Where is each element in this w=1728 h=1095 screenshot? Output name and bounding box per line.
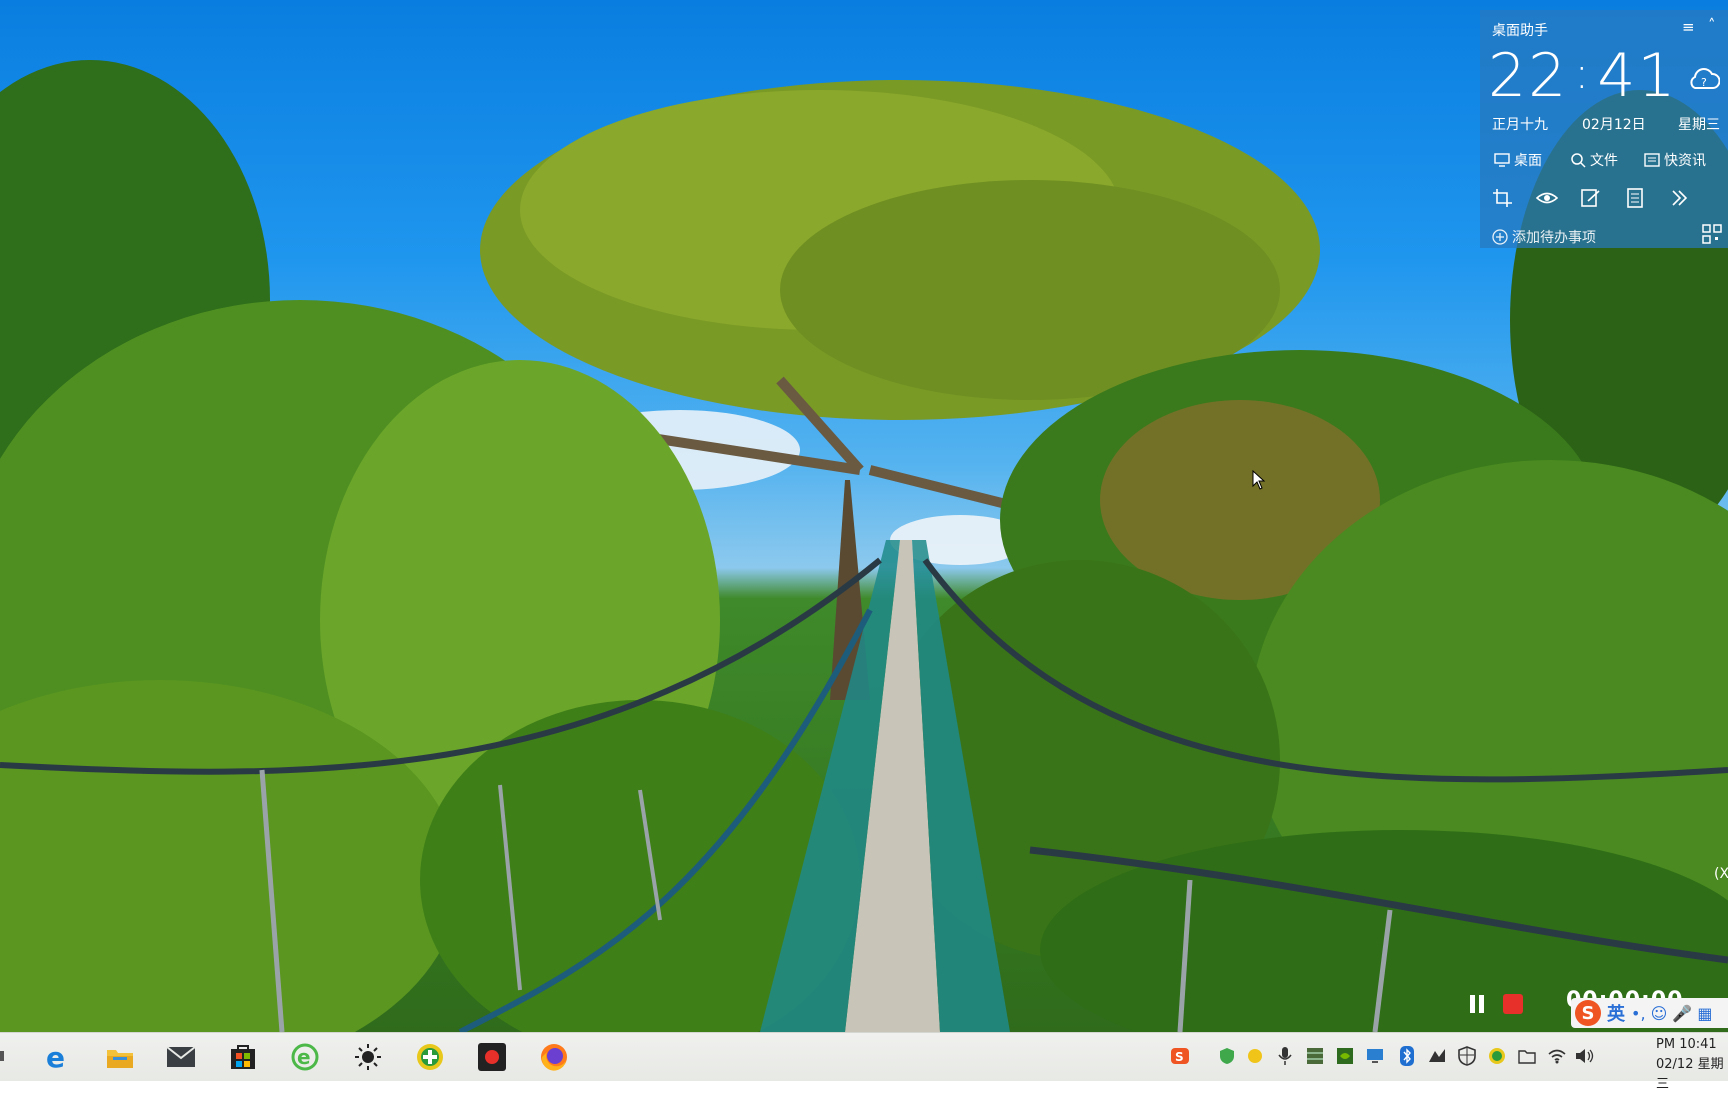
mouse-cursor-icon	[1252, 470, 1266, 490]
desktop-wallpaper	[0, 0, 1728, 1032]
taskbar-clock[interactable]: PM 10:41 02/12 星期三	[1656, 1035, 1728, 1095]
quick-link-label: 桌面	[1514, 153, 1542, 169]
start-edge[interactable]	[0, 1051, 4, 1061]
game-tray-icon[interactable]	[1487, 1045, 1507, 1067]
monitor-icon	[1494, 153, 1510, 167]
lunar-date: 正月十九	[1492, 117, 1548, 133]
volume-icon[interactable]	[1575, 1045, 1595, 1067]
firefox-icon[interactable]	[537, 1040, 571, 1074]
calculator-icon[interactable]	[1624, 188, 1646, 208]
add-todo-label: 添加待办事项	[1512, 230, 1596, 246]
widget-toolbar	[1492, 188, 1728, 208]
ime-language-toggle[interactable]: 英	[1607, 1000, 1625, 1026]
taskbar: e e S PM 10:41 02/12 星期三	[0, 1032, 1728, 1092]
plus-circle-icon	[1492, 229, 1508, 245]
solar-date: 02月12日	[1582, 117, 1646, 133]
cloud-question-icon[interactable]: ?	[1686, 62, 1720, 96]
side-fragment-text: (X	[1714, 866, 1728, 882]
ime-tools[interactable]: •, ☺ 🎤 ▦	[1631, 1004, 1713, 1023]
qr-code-icon[interactable]	[1702, 224, 1722, 244]
file-explorer-icon[interactable]	[103, 1040, 137, 1074]
edit-icon[interactable]	[1580, 188, 1602, 208]
sun-icon[interactable]	[351, 1040, 385, 1074]
crop-icon[interactable]	[1492, 188, 1514, 208]
chevron-up-icon[interactable]: ˄	[1708, 16, 1716, 34]
store-icon[interactable]	[226, 1040, 260, 1074]
clock-minute: 41	[1597, 41, 1678, 111]
network-device-icon[interactable]	[1427, 1045, 1447, 1067]
quick-link-news[interactable]: 快资讯	[1644, 150, 1706, 170]
svg-text:e: e	[297, 1045, 311, 1069]
clock-separator: :	[1574, 48, 1592, 99]
widget-title: 桌面助手	[1492, 23, 1548, 39]
display-icon[interactable]	[1365, 1045, 1385, 1067]
quick-link-label: 文件	[1590, 153, 1618, 169]
weekday: 星期三	[1678, 117, 1720, 133]
nvidia-icon[interactable]	[1335, 1045, 1355, 1067]
yellow-dot-icon[interactable]	[1245, 1045, 1265, 1067]
more-icon[interactable]	[1668, 188, 1690, 208]
video-frames-icon[interactable]	[1305, 1045, 1325, 1067]
ie-edge-icon[interactable]: e	[40, 1040, 74, 1074]
search-icon	[1571, 153, 1586, 168]
widget-clock: 22:41	[1488, 44, 1678, 106]
shield-icon[interactable]	[1217, 1045, 1237, 1067]
microphone-icon[interactable]	[1275, 1045, 1295, 1067]
add-todo-button[interactable]: 添加待办事项	[1492, 227, 1596, 247]
quick-link-desktop[interactable]: 桌面	[1494, 150, 1542, 170]
ime-toolbar[interactable]: S 英 •, ☺ 🎤 ▦	[1571, 998, 1728, 1028]
svg-text:e: e	[46, 1042, 65, 1072]
folder-tray-icon[interactable]	[1517, 1045, 1537, 1067]
green-plus-icon[interactable]	[413, 1040, 447, 1074]
security-shield-icon[interactable]	[1457, 1045, 1477, 1067]
green-e-browser-icon[interactable]: e	[288, 1040, 322, 1074]
stop-icon[interactable]	[1503, 994, 1523, 1014]
news-icon	[1644, 153, 1660, 167]
sogou-logo-icon[interactable]: S	[1575, 1000, 1601, 1026]
pause-icon[interactable]	[1466, 993, 1488, 1015]
quick-link-label: 快资讯	[1664, 153, 1706, 169]
menu-icon[interactable]: ≡	[1682, 18, 1695, 36]
clock-time: PM 10:41	[1656, 1037, 1717, 1052]
mail-icon[interactable]	[164, 1040, 198, 1074]
red-record-icon[interactable]	[475, 1040, 509, 1074]
wifi-icon[interactable]	[1547, 1045, 1567, 1067]
bluetooth-icon[interactable]	[1397, 1045, 1417, 1067]
desktop-assistant-widget: 桌面助手 ≡ ˄ 22:41 ? 正月十九 02月12日 星期三 桌面 文件 快…	[1480, 10, 1728, 248]
clock-date: 02/12 星期三	[1656, 1057, 1724, 1092]
quick-link-files[interactable]: 文件	[1570, 150, 1618, 170]
svg-text:?: ?	[1701, 76, 1707, 89]
eye-icon[interactable]	[1536, 188, 1558, 208]
clock-hour: 22	[1488, 41, 1569, 111]
svg-text:S: S	[1175, 1050, 1184, 1064]
sogou-tray-icon[interactable]: S	[1170, 1045, 1190, 1067]
